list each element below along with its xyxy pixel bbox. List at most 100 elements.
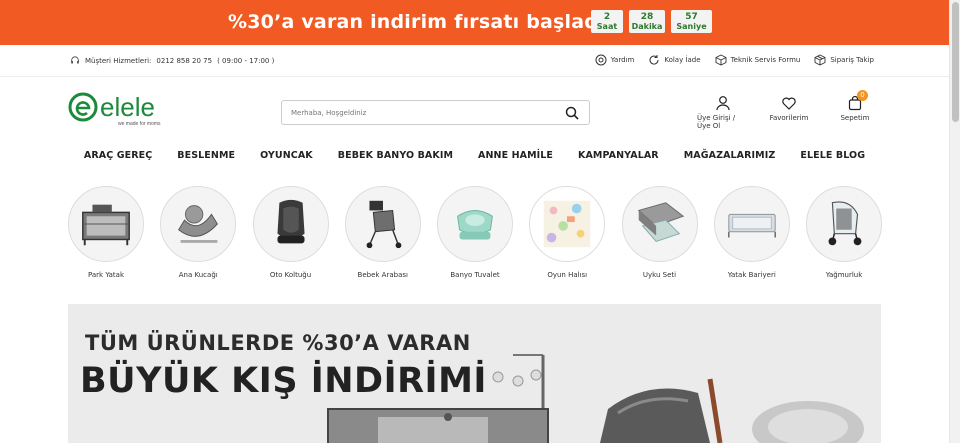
user-icon (716, 96, 730, 111)
promo-bar[interactable]: %30’a varan indirim fırsatı başladı 2 Sa… (0, 0, 949, 45)
account-button[interactable]: Üye Girişi / Üye Ol (697, 95, 749, 130)
countdown-hours-value: 2 (603, 12, 611, 22)
category-image (529, 186, 606, 262)
hotline-number: 0212 858 20 75 (156, 57, 213, 65)
category-label: Yağmurluk (825, 271, 863, 279)
bath-seat-icon (457, 209, 493, 240)
hotline-label: Müşteri Hizmetleri: (85, 57, 152, 65)
nav-item-bebek-banyo-bakim[interactable]: BEBEK BANYO BAKIM (338, 150, 453, 161)
countdown-minutes-unit: Dakika (631, 22, 663, 31)
countdown-hours: 2 Saat (591, 10, 623, 33)
main-nav: ARAÇ GEREÇ BESLENME OYUNCAK BEBEK BANYO … (0, 141, 949, 170)
category-yagmurluk[interactable]: Yağmurluk (806, 186, 882, 279)
category-image (344, 186, 421, 262)
category-carousel: Park Yatak Ana Kucağı Oto Koltuğu Bebek … (68, 186, 882, 279)
countdown-seconds: 57 Saniye (671, 10, 712, 33)
category-label: Bebek Arabası (357, 271, 408, 279)
category-yatak-bariyeri[interactable]: Yatak Bariyeri (713, 186, 790, 279)
search-icon[interactable] (565, 106, 579, 120)
order-tracking-link-label: Sipariş Takip (830, 56, 874, 64)
category-image (621, 186, 698, 262)
category-image (252, 186, 329, 262)
category-label: Ana Kucağı (178, 271, 218, 279)
scrollbar-thumb[interactable] (952, 2, 959, 122)
nav-item-arac-gerec[interactable]: ARAÇ GEREÇ (84, 150, 152, 161)
category-park-yatak[interactable]: Park Yatak (68, 186, 144, 279)
cart-label: Sepetim (840, 114, 870, 122)
bed-rail-icon (727, 213, 776, 238)
rain-cover-icon (828, 201, 862, 246)
category-bebek-arabasi[interactable]: Bebek Arabası (344, 186, 421, 279)
category-label: Banyo Tuvalet (450, 271, 500, 279)
category-label: Oto Koltuğu (269, 271, 312, 279)
easy-return-link-label: Kolay İade (664, 56, 701, 64)
tech-service-link-label: Teknik Servis Formu (730, 56, 801, 64)
category-label: Oyun Halısı (547, 271, 588, 279)
logo-text: elele (100, 92, 155, 122)
play-mat-icon (544, 200, 591, 248)
countdown-minutes: 28 Dakika (629, 10, 665, 33)
playpen-icon (82, 204, 130, 246)
nav-item-beslenme[interactable]: BESLENME (177, 150, 235, 161)
category-oyun-halisi[interactable]: Oyun Halısı (529, 186, 606, 279)
hero-banner[interactable]: TÜM ÜRÜNLERDE %30’A VARAN BÜYÜK KIŞ İNDİ… (68, 304, 881, 443)
page: %30’a varan indirim fırsatı başladı 2 Sa… (0, 0, 949, 443)
easy-return-link[interactable]: Kolay İade (648, 54, 701, 66)
category-label: Yatak Bariyeri (727, 271, 776, 279)
category-label: Uyku Seti (642, 271, 677, 279)
cart-count-badge: 0 (857, 90, 868, 101)
nav-item-elele-blog[interactable]: ELELE BLOG (800, 150, 865, 161)
site-header: elele we made for moms Üye Girişi / Üye … (0, 77, 949, 141)
nav-item-anne-hamile[interactable]: ANNE HAMİLE (478, 150, 553, 161)
stroller-icon (366, 200, 402, 249)
help-link[interactable]: Yardım (595, 54, 635, 66)
category-banyo-tuvalet[interactable]: Banyo Tuvalet (437, 186, 513, 279)
promo-text: %30’a varan indirim fırsatı başladı (228, 11, 605, 33)
sleep-set-icon (637, 202, 684, 242)
search-bar (281, 100, 590, 125)
hotline-hours: ( 09:00 - 17:00 ) (217, 57, 275, 65)
category-ana-kucagi[interactable]: Ana Kucağı (160, 186, 237, 279)
box-icon (715, 54, 727, 66)
logo-tagline: we made for moms (118, 121, 161, 127)
category-image (437, 186, 513, 262)
nav-item-oyuncak[interactable]: OYUNCAK (260, 150, 313, 161)
countdown-hours-unit: Saat (596, 22, 618, 31)
category-image (806, 186, 882, 262)
header-actions: Üye Girişi / Üye Ol Favorilerim 0 Sepeti… (697, 90, 881, 130)
category-uyku-seti[interactable]: Uyku Seti (621, 186, 698, 279)
countdown-seconds-unit: Saniye (676, 22, 707, 31)
tech-service-link[interactable]: Teknik Servis Formu (715, 54, 801, 66)
utility-links: Yardım Kolay İade Teknik Servis Formu Si… (595, 54, 874, 66)
help-icon (595, 54, 607, 66)
countdown: 2 Saat 28 Dakika 57 Saniye (591, 10, 712, 33)
heart-icon (782, 97, 796, 110)
elele-logo[interactable]: elele we made for moms (68, 91, 188, 131)
countdown-minutes-value: 28 (640, 12, 654, 22)
category-image (160, 186, 237, 262)
favorites-button[interactable]: Favorilerim (763, 95, 815, 130)
search-input[interactable] (291, 109, 551, 117)
favorites-label: Favorilerim (769, 114, 809, 122)
bouncer-icon (178, 205, 219, 243)
logo-mark: elele we made for moms (68, 92, 161, 127)
help-link-label: Yardım (610, 56, 635, 64)
utility-bar: Müşteri Hizmetleri: 0212 858 20 75 ( 09:… (0, 45, 949, 77)
car-seat-icon (276, 199, 305, 244)
banner-product-image (327, 354, 864, 443)
package-icon (814, 54, 826, 66)
category-image (713, 186, 790, 262)
return-icon (649, 55, 659, 65)
countdown-seconds-value: 57 (685, 12, 698, 22)
category-oto-koltugu[interactable]: Oto Koltuğu (252, 186, 329, 279)
nav-item-kampanyalar[interactable]: KAMPANYALAR (578, 150, 659, 161)
customer-service[interactable]: Müşteri Hizmetleri: 0212 858 20 75 ( 09:… (70, 56, 274, 66)
page-scrollbar[interactable] (949, 0, 960, 443)
category-image (68, 186, 144, 262)
headset-icon (71, 56, 79, 64)
order-tracking-link[interactable]: Sipariş Takip (814, 54, 874, 66)
account-label: Üye Girişi / Üye Ol (697, 114, 736, 130)
cart-button[interactable]: 0 Sepetim (829, 90, 881, 130)
category-label: Park Yatak (87, 271, 125, 279)
nav-item-magazalarimiz[interactable]: MAĞAZALARIMIZ (684, 150, 776, 161)
